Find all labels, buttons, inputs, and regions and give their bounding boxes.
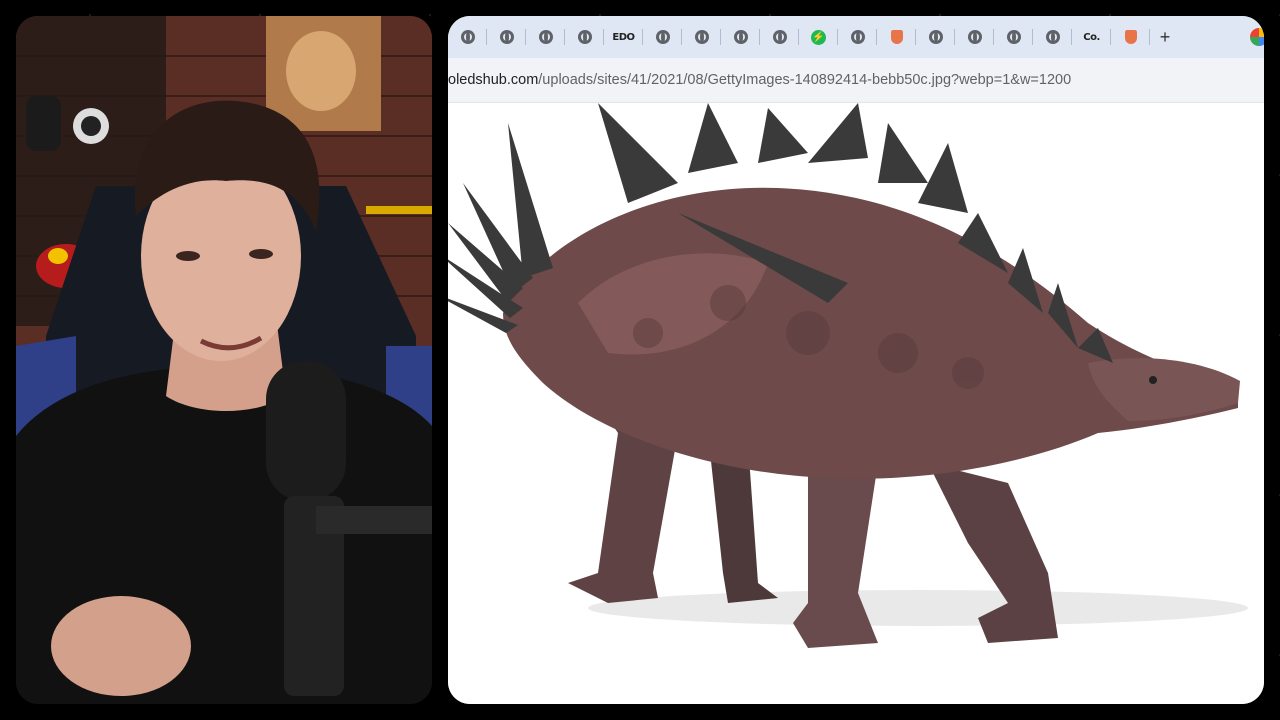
tab-strip: EDO ⚡ Co. + [448,16,1264,58]
globe-icon [1006,30,1021,44]
green-bolt-icon: ⚡ [811,29,826,45]
tab-17[interactable] [1111,16,1150,58]
tab-6[interactable] [682,16,721,58]
gemini-icon[interactable] [1250,28,1264,46]
tab-9[interactable]: ⚡ [799,16,838,58]
shield-icon [1124,30,1137,44]
dinosaur-image [448,103,1248,648]
tab-0[interactable] [448,16,487,58]
globe-icon [655,30,670,44]
address-bar[interactable]: oledshub.com/uploads/sites/41/2021/08/Ge… [448,58,1264,103]
globe-icon [733,30,748,44]
globe-icon [538,30,553,44]
webcam-feed [16,16,432,704]
co-icon: Co. [1083,31,1100,43]
url-text[interactable]: oledshub.com/uploads/sites/41/2021/08/Ge… [448,72,1071,88]
globe-icon [928,30,943,44]
tab-15[interactable] [1033,16,1072,58]
tab-2[interactable] [526,16,565,58]
tab-13[interactable] [955,16,994,58]
globe-icon [577,30,592,44]
tab-3[interactable] [565,16,604,58]
tab-16[interactable]: Co. [1072,16,1111,58]
tab-5[interactable] [643,16,682,58]
globe-icon [460,30,475,44]
tab-1[interactable] [487,16,526,58]
tab-7[interactable] [721,16,760,58]
shield-icon [890,30,903,44]
tab-14[interactable] [994,16,1033,58]
url-host: oledshub.com [448,72,539,88]
browser-window: EDO ⚡ Co. + oledshub.com/uploads/sites/4… [448,16,1264,704]
page-content [448,103,1264,704]
tab-4[interactable]: EDO [604,16,643,58]
edo-icon: EDO [612,31,635,43]
globe-icon [850,30,865,44]
globe-icon [772,30,787,44]
globe-icon [967,30,982,44]
webcam-scene [16,16,432,704]
url-path: /uploads/sites/41/2021/08/GettyImages-14… [538,72,1072,88]
tab-10[interactable] [838,16,877,58]
tab-12[interactable] [916,16,955,58]
globe-icon [499,30,514,44]
tab-8[interactable] [760,16,799,58]
globe-icon [694,30,709,44]
new-tab-button[interactable]: + [1150,16,1180,58]
globe-icon [1045,30,1060,44]
tab-11[interactable] [877,16,916,58]
